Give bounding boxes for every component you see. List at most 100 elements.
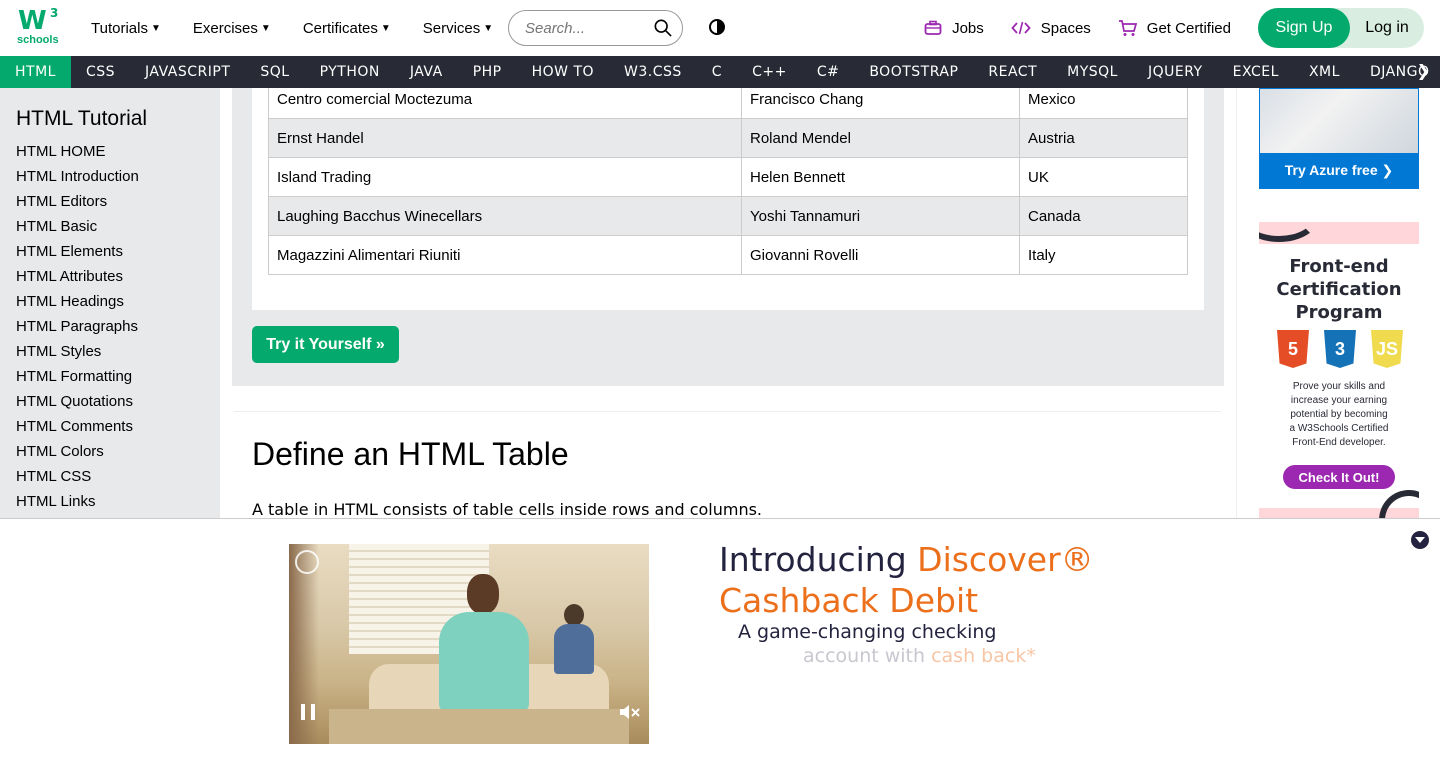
ad-decoration-arc bbox=[1379, 490, 1419, 518]
table-cell: Centro comercial Moctezuma bbox=[268, 88, 742, 119]
subject-xml[interactable]: XML bbox=[1294, 56, 1355, 88]
pause-icon[interactable] bbox=[301, 704, 315, 720]
subject-react[interactable]: REACT bbox=[973, 56, 1052, 88]
mute-icon[interactable] bbox=[619, 704, 641, 720]
subject-csharp[interactable]: C# bbox=[802, 56, 855, 88]
spaces-link[interactable]: Spaces bbox=[1011, 20, 1091, 37]
menu-certificates[interactable]: Certificates ▼ bbox=[303, 20, 391, 37]
subject-cpp[interactable]: C++ bbox=[737, 56, 802, 88]
sidebar-item-html-formatting[interactable]: HTML Formatting bbox=[16, 364, 220, 389]
w3schools-logo[interactable]: W3 schools bbox=[16, 6, 60, 50]
html5-icon: 5 bbox=[1277, 330, 1309, 368]
ad-subheadline: A game-changing checking bbox=[738, 621, 997, 643]
menu-label: Services bbox=[422, 19, 481, 37]
search-icon[interactable] bbox=[654, 19, 672, 37]
sidebar-item-html-home[interactable]: HTML HOME bbox=[16, 139, 220, 164]
subject-php[interactable]: PHP bbox=[458, 56, 517, 88]
sidebar-item-html-links[interactable]: HTML Links bbox=[16, 489, 220, 514]
subject-jquery[interactable]: JQUERY bbox=[1133, 56, 1218, 88]
subject-excel[interactable]: EXCEL bbox=[1218, 56, 1294, 88]
table-cell: Roland Mendel bbox=[741, 118, 1020, 158]
ad-sub-highlight: cash back* bbox=[931, 645, 1036, 667]
header-right-links: Jobs Spaces Get Certified Sign Up Log in bbox=[924, 0, 1424, 56]
sidebar-item-html-headings[interactable]: HTML Headings bbox=[16, 289, 220, 314]
caret-down-icon: ▼ bbox=[483, 22, 494, 34]
scroll-right-icon[interactable]: ❯ bbox=[1417, 56, 1430, 88]
ad-video[interactable] bbox=[289, 544, 649, 744]
search-input[interactable] bbox=[525, 19, 645, 37]
sidebar-item-html-introduction[interactable]: HTML Introduction bbox=[16, 164, 220, 189]
subject-mysql[interactable]: MYSQL bbox=[1052, 56, 1133, 88]
table-row: Island Trading Helen Bennett UK bbox=[268, 157, 1188, 197]
certification-ad[interactable]: Front-end Certification Program 5 3 JS P… bbox=[1259, 222, 1419, 518]
cert-title-line: Front-end bbox=[1289, 256, 1389, 277]
table-cell: Francisco Chang bbox=[741, 88, 1020, 119]
table-cell: Giovanni Rovelli bbox=[741, 235, 1020, 275]
login-button[interactable]: Log in bbox=[1350, 19, 1424, 37]
table-cell: Austria bbox=[1019, 118, 1188, 158]
subject-w3css[interactable]: W3.CSS bbox=[609, 56, 697, 88]
azure-ad[interactable]: Try Azure free ❯ bbox=[1259, 88, 1419, 189]
sidebar-item-html-attributes[interactable]: HTML Attributes bbox=[16, 264, 220, 289]
subject-python[interactable]: PYTHON bbox=[305, 56, 395, 88]
sidebar-item-html-quotations[interactable]: HTML Quotations bbox=[16, 389, 220, 414]
sidebar: HTML Tutorial HTML HOME HTML Introductio… bbox=[0, 88, 220, 518]
subject-javascript[interactable]: JAVASCRIPT bbox=[130, 56, 245, 88]
sidebar-item-html-colors[interactable]: HTML Colors bbox=[16, 439, 220, 464]
get-certified-label: Get Certified bbox=[1146, 19, 1231, 37]
subject-sql[interactable]: SQL bbox=[245, 56, 304, 88]
subject-java[interactable]: JAVA bbox=[395, 56, 458, 88]
subject-html[interactable]: HTML bbox=[0, 56, 71, 88]
sidebar-item-html-editors[interactable]: HTML Editors bbox=[16, 189, 220, 214]
signup-button[interactable]: Sign Up bbox=[1258, 8, 1350, 48]
bottom-banner-ad: Introducing Discover® Cashback Debit A g… bbox=[0, 518, 1440, 768]
sidebar-item-html-css[interactable]: HTML CSS bbox=[16, 464, 220, 489]
briefcase-icon bbox=[924, 20, 942, 35]
sidebar-item-html-paragraphs[interactable]: HTML Paragraphs bbox=[16, 314, 220, 339]
video-scene-table bbox=[329, 709, 629, 744]
javascript-icon: JS bbox=[1371, 330, 1403, 368]
table-row: Laughing Bacchus Winecellars Yoshi Tanna… bbox=[268, 196, 1188, 236]
table-cell: Laughing Bacchus Winecellars bbox=[268, 196, 742, 236]
table-row: Centro comercial Moctezuma Francisco Cha… bbox=[268, 88, 1188, 119]
cert-desc-line: a W3Schools Certified bbox=[1289, 423, 1389, 434]
sidebar-item-html-comments[interactable]: HTML Comments bbox=[16, 414, 220, 439]
menu-label: Exercises bbox=[192, 19, 258, 37]
table-cell: Yoshi Tannamuri bbox=[741, 196, 1020, 236]
menu-services[interactable]: Services ▼ bbox=[423, 20, 493, 37]
sidebar-title: HTML Tutorial bbox=[16, 107, 148, 130]
logo-subtext: schools bbox=[17, 34, 59, 46]
try-azure-button[interactable]: Try Azure free ❯ bbox=[1260, 153, 1418, 188]
subject-navbar: HTML CSS JAVASCRIPT SQL PYTHON JAVA PHP … bbox=[0, 56, 1440, 88]
subject-bootstrap[interactable]: BOOTSTRAP bbox=[854, 56, 973, 88]
get-certified-link[interactable]: Get Certified bbox=[1118, 19, 1231, 37]
table-cell: Canada bbox=[1019, 196, 1188, 236]
cert-title-line: Certification bbox=[1276, 279, 1402, 300]
subject-c[interactable]: C bbox=[697, 56, 737, 88]
video-scene-person bbox=[554, 604, 594, 674]
caret-down-icon: ▼ bbox=[380, 22, 391, 34]
table-row: Ernst Handel Roland Mendel Austria bbox=[268, 118, 1188, 158]
code-icon bbox=[1011, 21, 1031, 35]
try-it-yourself-button[interactable]: Try it Yourself » bbox=[252, 326, 399, 363]
right-ad-column: Try Azure free ❯ Front-end Certification… bbox=[1236, 88, 1440, 518]
headline-product: Cashback Debit bbox=[719, 581, 979, 620]
jobs-link[interactable]: Jobs bbox=[924, 20, 984, 37]
subject-howto[interactable]: HOW TO bbox=[517, 56, 609, 88]
collapse-ad-icon[interactable] bbox=[1411, 531, 1429, 549]
sidebar-item-html-basic[interactable]: HTML Basic bbox=[16, 214, 220, 239]
sidebar-item-html-elements[interactable]: HTML Elements bbox=[16, 239, 220, 264]
replay-icon[interactable] bbox=[295, 550, 319, 574]
check-it-out-button[interactable]: Check It Out! bbox=[1283, 465, 1395, 489]
table-cell: Ernst Handel bbox=[268, 118, 742, 158]
section-paragraph: A table in HTML consists of table cells … bbox=[252, 500, 763, 518]
contrast-toggle-icon[interactable] bbox=[709, 19, 725, 35]
jobs-label: Jobs bbox=[952, 19, 984, 37]
sidebar-item-html-styles[interactable]: HTML Styles bbox=[16, 339, 220, 364]
tech-badges: 5 3 JS bbox=[1277, 330, 1403, 368]
subject-css[interactable]: CSS bbox=[71, 56, 130, 88]
table-cell: Magazzini Alimentari Riuniti bbox=[268, 235, 742, 275]
cert-ad-title: Front-end Certification Program bbox=[1259, 255, 1419, 324]
menu-exercises[interactable]: Exercises ▼ bbox=[193, 20, 271, 37]
menu-tutorials[interactable]: Tutorials ▼ bbox=[91, 20, 161, 37]
